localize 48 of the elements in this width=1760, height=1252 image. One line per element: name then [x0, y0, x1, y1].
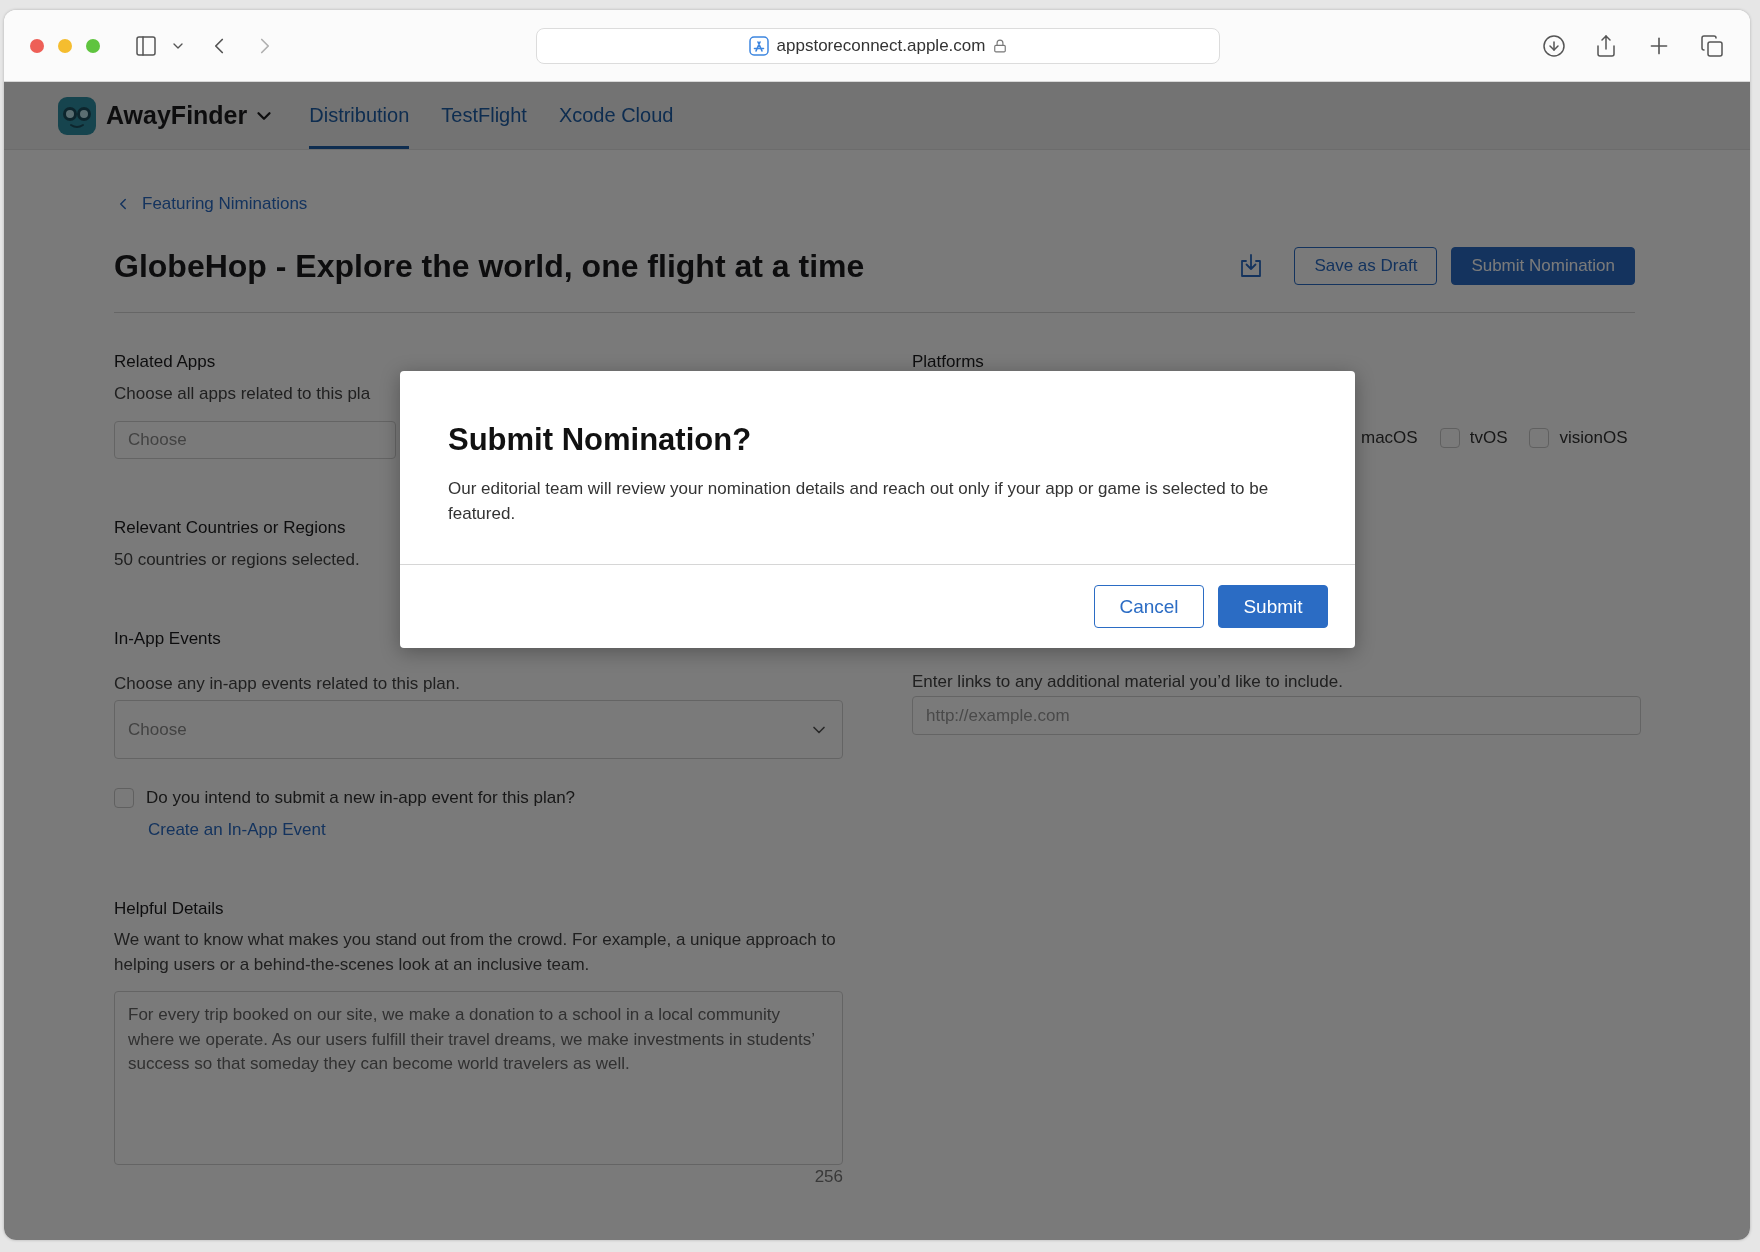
submit-button[interactable]: Submit Nomination: [1451, 247, 1635, 285]
window-control-icon[interactable]: [58, 38, 72, 53]
field-hint: Choose any in-app events related to this plan.: [114, 673, 460, 695]
nav-tab[interactable]: Xcode Cloud: [558, 82, 674, 149]
url-text: appstoreconnect.apple.com: [776, 36, 986, 56]
address-bar[interactable]: appstoreconnect.apple.com: [536, 28, 1220, 64]
field-label: Helpful Details: [114, 898, 224, 920]
nav-tab[interactable]: Distribution: [309, 82, 410, 149]
lock-icon: [993, 39, 1008, 53]
checkbox[interactable]: [1529, 428, 1550, 448]
details-textarea[interactable]: For every trip booked on our site, we make a donation to a school in a local community where we operate. As our users fulfill their travel dreams, we make investments in students’ success so that someday they can become world travelers as well.: [114, 991, 843, 1165]
field-label: Platforms: [912, 351, 984, 373]
tabs-overview-icon[interactable]: [1700, 33, 1724, 58]
field-hint: 50 countries or regions selected.: [114, 549, 360, 571]
select-field[interactable]: Choose: [114, 700, 843, 759]
field-label: Related Apps: [114, 351, 216, 373]
checkbox[interactable]: [114, 788, 134, 808]
window-control-icon[interactable]: [86, 38, 100, 53]
checkbox[interactable]: [1439, 428, 1460, 448]
app-switcher[interactable]: AwayFinder: [106, 101, 276, 130]
download-icon[interactable]: [1542, 33, 1566, 58]
app-store-icon: [748, 36, 769, 56]
cancel-button[interactable]: Cancel: [1094, 585, 1204, 628]
download-icon: [1240, 254, 1263, 278]
export-button[interactable]: [1240, 254, 1263, 278]
window-control-icon[interactable]: [30, 38, 44, 53]
checkbox-label: visionOS: [1559, 428, 1628, 448]
field-label: In-App Events: [114, 628, 221, 650]
draft-button[interactable]: Save as Draft: [1294, 247, 1438, 285]
field-label: Relevant Countries or Regions: [114, 517, 346, 539]
sidebar-icon[interactable]: [134, 33, 158, 58]
binoculars-icon: [58, 96, 96, 135]
page-title: GlobeHop - Explore the world, one flight at a time: [114, 247, 866, 285]
field-hint: We want to know what makes you stand out from the crowd. For example, a unique approach to helping users or a behind-the-scenes look at an inclusive team.: [114, 929, 837, 976]
dialog-title: Submit Nomination?: [448, 421, 753, 459]
character-counter: 256: [814, 1167, 843, 1187]
field-hint: Choose all apps related to this pla: [114, 383, 371, 405]
checkbox-label: tvOS: [1469, 428, 1508, 448]
breadcrumb-link[interactable]: Featuring Niminations: [114, 192, 308, 216]
checkbox-label: Do you intend to submit a new in-app event for this plan?: [146, 788, 576, 808]
field-hint: Enter links to any additional material you’d like to include.: [912, 671, 1343, 693]
checkbox-label: macOS: [1361, 428, 1418, 448]
create-event-link[interactable]: Create an In-App Event: [148, 818, 326, 842]
confirm-button[interactable]: Submit: [1218, 585, 1328, 628]
select-field[interactable]: Choose: [114, 421, 396, 459]
share-icon[interactable]: [1594, 33, 1618, 58]
dialog-message: Our editorial team will review your nomination details and reach out only if your app or game is selected to be featured.: [448, 478, 1270, 525]
nav-tab[interactable]: TestFlight: [441, 82, 527, 149]
